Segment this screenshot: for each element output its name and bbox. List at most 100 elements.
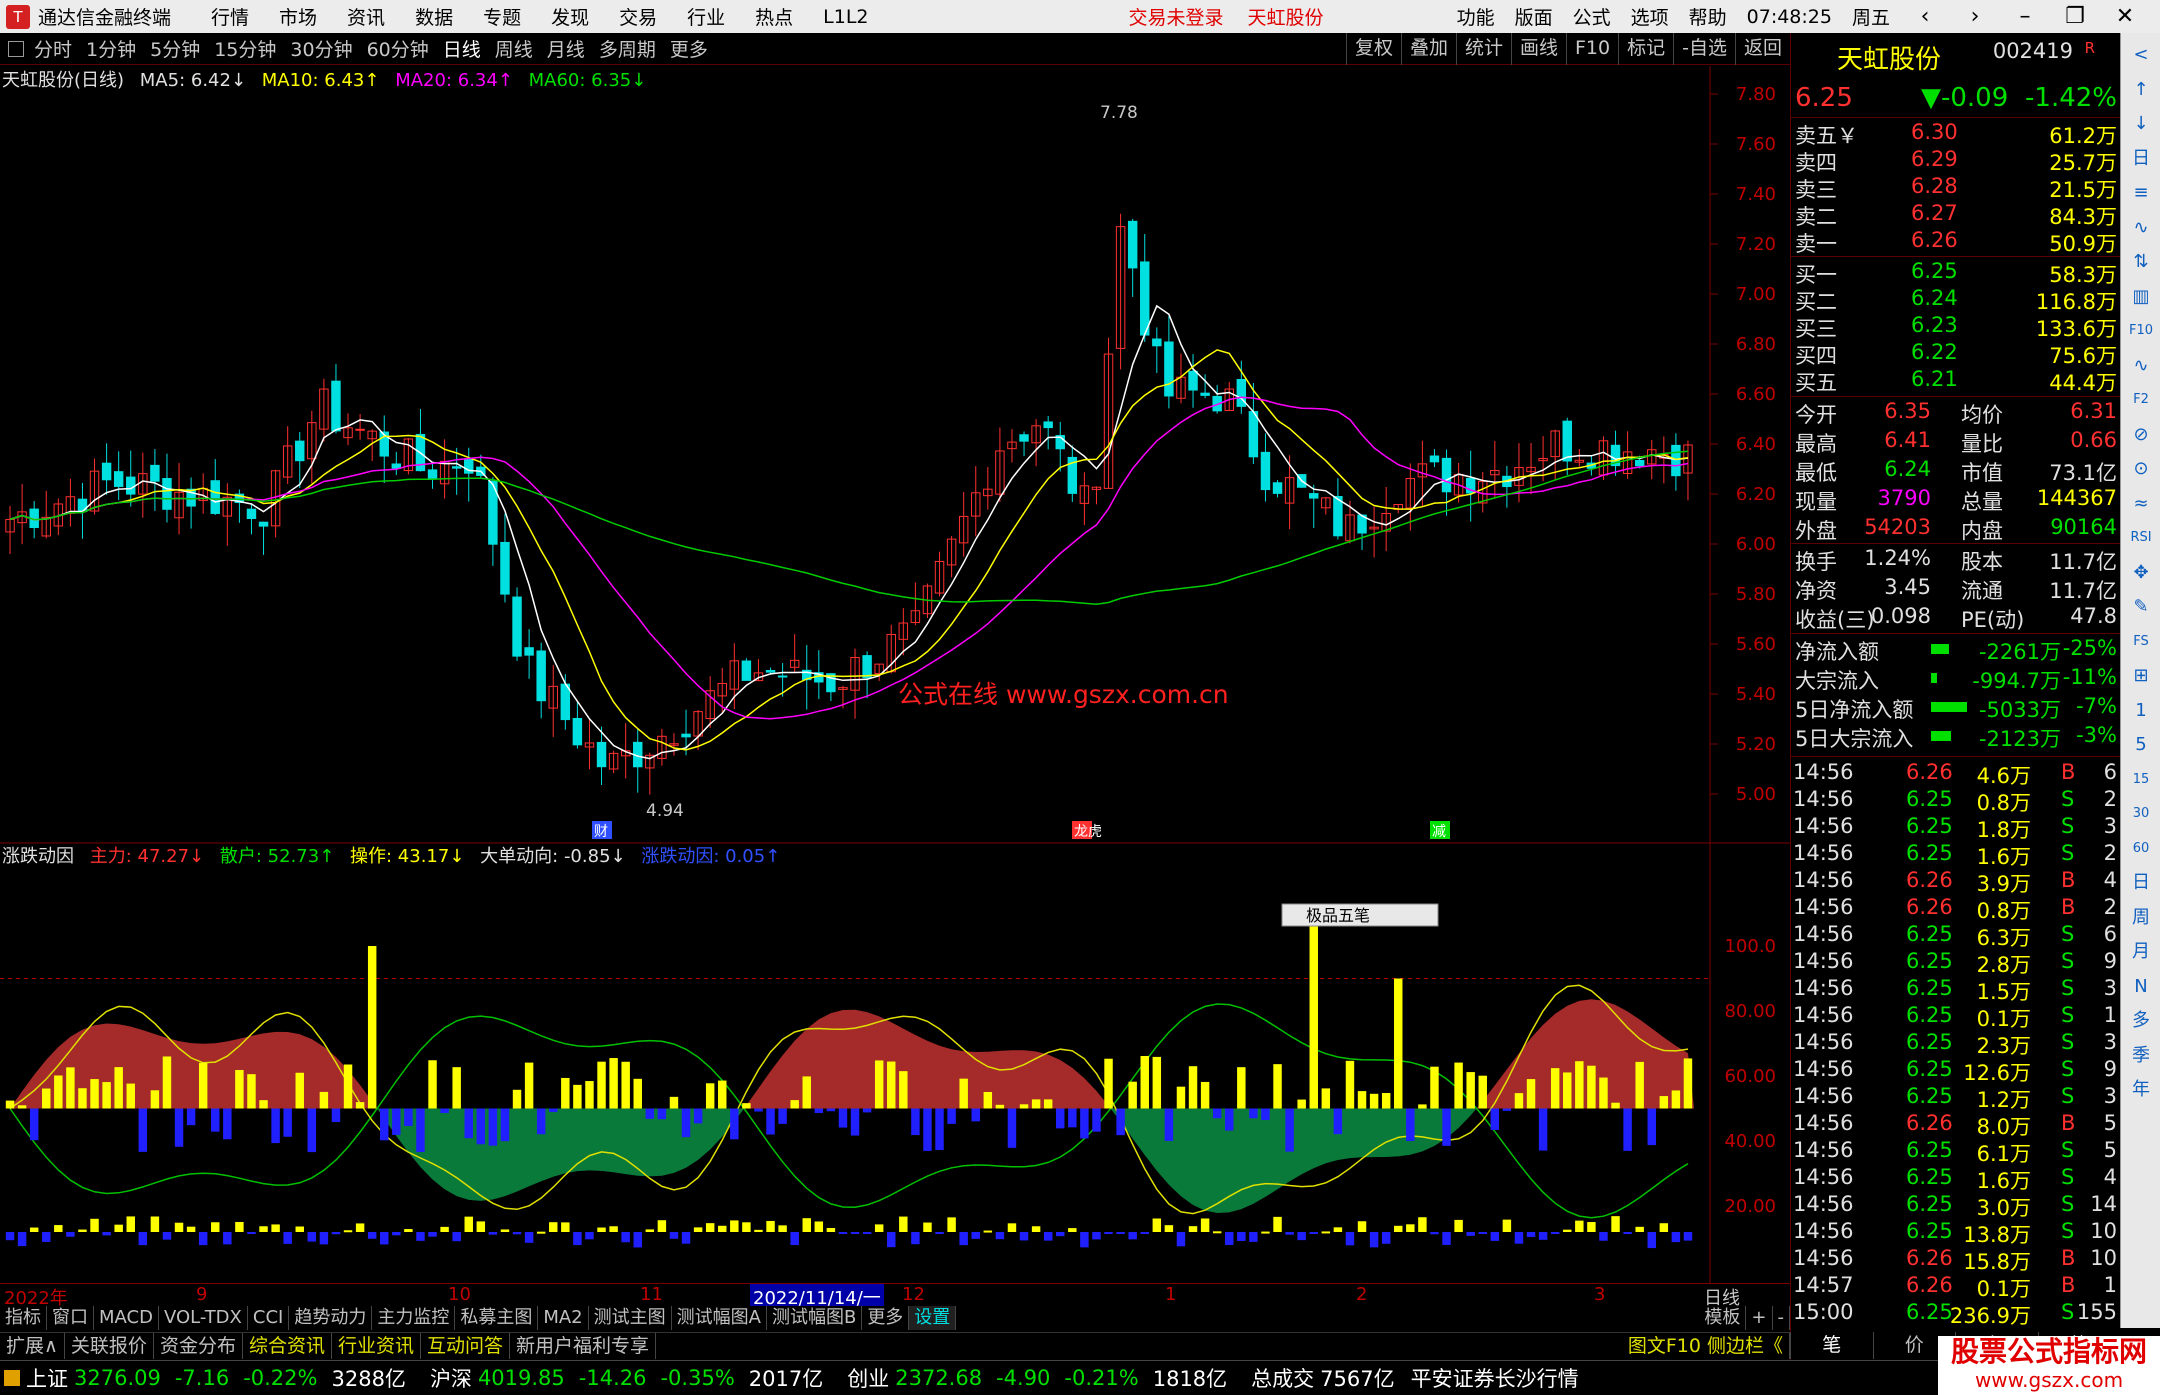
sidebar-icon[interactable]: ✥ [2127,559,2155,587]
sidebar-icon[interactable]: ⇅ [2127,248,2155,276]
menu-zhuanti[interactable]: 专题 [483,3,521,30]
menu-hangqing[interactable]: 行情 [211,3,249,30]
sidebar-icon[interactable]: 1 [2127,697,2155,725]
sidebar-icon[interactable]: ↑ [2127,76,2155,104]
period-15min[interactable]: 15分钟 [214,35,276,62]
menu-hangye[interactable]: 行业 [687,3,725,30]
link-item[interactable]: 资金分布 [154,1333,243,1359]
sidebar-icon[interactable]: FS [2127,628,2155,656]
menu-shichang[interactable]: 市场 [279,3,317,30]
sidebar-icon[interactable]: < [2127,41,2155,69]
kline-chart[interactable]: 7.80 7.60 7.40 7.20 7.00 6.80 6.60 6.40 6.20 6.00… [0,66,1790,1283]
menu-bangzhu[interactable]: 帮助 [1689,3,1727,30]
menu-zixun[interactable]: 资讯 [347,3,385,30]
sidebar-icon[interactable]: 15 [2127,766,2155,794]
indicator-tab[interactable]: CCI [248,1306,290,1330]
sidebar-icon[interactable]: ⊘ [2127,421,2155,449]
index-name[interactable]: 创业 [847,1363,889,1393]
period-1min[interactable]: 1分钟 [86,35,136,62]
sidebar-icon[interactable]: ≈ [2127,490,2155,518]
sidebar-icon[interactable]: ↓ [2127,110,2155,138]
sidebar-icon[interactable]: 月 [2127,938,2155,966]
menu-xuanxiang[interactable]: 选项 [1631,3,1669,30]
btn-tongji[interactable]: 统计 [1455,33,1511,65]
ime-popup[interactable]: 极品五笔 [1281,903,1439,927]
indicator-tab[interactable]: MA2 [538,1306,589,1330]
menu-redian[interactable]: 热点 [755,3,793,30]
template-control[interactable]: 模板 [1699,1306,1747,1330]
period-60min[interactable]: 60分钟 [367,35,429,62]
link-item[interactable]: 扩展∧ [0,1333,65,1359]
sidebar-icon[interactable]: ⊙ [2127,455,2155,483]
sidebar-icon[interactable]: ≡ [2127,179,2155,207]
sidebar-icon[interactable]: ✎ [2127,593,2155,621]
sidebar-icon[interactable]: 日 [2127,869,2155,897]
sidebar-icon[interactable]: ▥ [2127,283,2155,311]
trade-status[interactable]: 交易未登录 [1129,3,1224,30]
menu-gongshi[interactable]: 公式 [1573,3,1611,30]
link-item[interactable]: 行业资讯 [332,1333,421,1359]
indicator-tab[interactable]: VOL-TDX [159,1306,248,1330]
sidebar-icon[interactable]: ∿ [2127,214,2155,242]
btn-huaxian[interactable]: 画线 [1510,33,1566,65]
menu-shuju[interactable]: 数据 [415,3,453,30]
sidebar-icon[interactable]: 5 [2127,731,2155,759]
period-multi[interactable]: 多周期 [599,35,656,62]
menu-banmian[interactable]: 版面 [1515,3,1553,30]
btn-biaoji[interactable]: 标记 [1618,33,1673,65]
sidebar-icon[interactable]: F2 [2127,386,2155,414]
sidebar-icon[interactable]: 年 [2127,1076,2155,1104]
template-control[interactable]: + [1746,1306,1773,1330]
panel-toggle-icon[interactable] [8,40,24,57]
period-5min[interactable]: 5分钟 [150,35,200,62]
sidebar-icon[interactable]: ∿ [2127,352,2155,380]
period-fenshi[interactable]: 分时 [34,35,72,62]
period-daily[interactable]: 日线 [443,35,481,62]
menu-gongneng[interactable]: 功能 [1457,3,1495,30]
period-30min[interactable]: 30分钟 [290,35,352,62]
btn-zixuan[interactable]: -自选 [1673,33,1735,65]
restore-icon[interactable]: ❐ [2060,4,2090,29]
indicator-tab[interactable]: 指标 [0,1306,47,1330]
template-control[interactable]: - [1773,1306,1790,1330]
sidebar-icon[interactable]: N [2127,973,2155,1001]
indicator-tab[interactable]: MACD [94,1306,159,1330]
indicator-tab[interactable]: 趋势动力 [289,1306,373,1330]
index-name[interactable]: 沪深 [430,1363,472,1393]
menu-l1l2[interactable]: L1L2 [823,6,868,28]
indicator-tab[interactable]: 私募主图 [455,1306,539,1330]
sidebar-icon[interactable]: F10 [2127,317,2155,345]
sidebar-icon[interactable]: 周 [2127,904,2155,932]
sidebar-icon[interactable]: 多 [2127,1007,2155,1035]
sidebar-icon[interactable]: 30 [2127,800,2155,828]
menu-faxian[interactable]: 发现 [551,3,589,30]
sidebar-icon[interactable]: 日 [2127,145,2155,173]
right-tab[interactable]: 笔 [1790,1332,1873,1359]
forward-icon[interactable]: › [1960,4,1990,29]
indicator-tab[interactable]: 更多 [862,1306,910,1330]
indicator-tab[interactable]: 窗口 [47,1306,94,1330]
sidebar-icon[interactable]: 60 [2127,835,2155,863]
period-weekly[interactable]: 周线 [495,35,533,62]
menu-jiaoyi[interactable]: 交易 [619,3,657,30]
indicator-tab[interactable]: 测试幅图B [767,1306,863,1330]
sidebar-icon[interactable]: 季 [2127,1042,2155,1070]
link-right[interactable]: 图文F10 侧边栏《 [1622,1333,1790,1359]
link-item[interactable]: 互动问答 [421,1333,510,1359]
btn-f10[interactable]: F10 [1566,33,1618,65]
minimize-icon[interactable]: – [2010,4,2040,29]
sidebar-icon[interactable]: RSI [2127,524,2155,552]
btn-fanhui[interactable]: 返回 [1734,33,1790,65]
indicator-tab[interactable]: 测试主图 [589,1306,672,1330]
btn-fuquan[interactable]: 复权 [1345,33,1401,65]
btn-diejia[interactable]: 叠加 [1400,33,1456,65]
indicator-tab[interactable]: 设置 [909,1306,957,1330]
sidebar-icon[interactable]: ⊞ [2127,662,2155,690]
period-monthly[interactable]: 月线 [547,35,585,62]
link-item[interactable]: 关联报价 [65,1333,154,1359]
period-more[interactable]: 更多 [670,35,708,62]
link-item[interactable]: 新用户福利专享 [510,1333,657,1359]
indicator-tab[interactable]: 测试幅图A [672,1306,767,1330]
close-icon[interactable]: ✕ [2110,4,2140,29]
index-name[interactable]: 上证 [26,1363,68,1393]
